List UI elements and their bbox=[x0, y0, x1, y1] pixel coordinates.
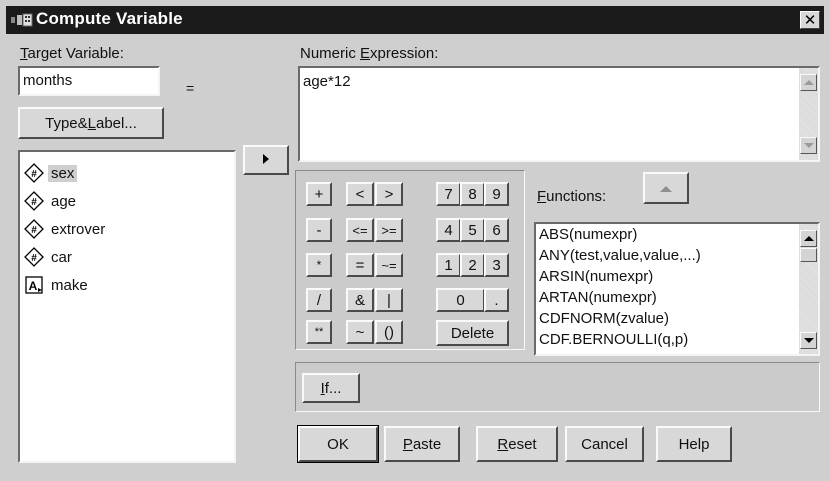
equals-sign: = bbox=[186, 80, 195, 96]
variable-item-make[interactable]: Amake bbox=[24, 274, 91, 296]
paste-button[interactable]: Paste bbox=[384, 426, 460, 462]
numeric-expression-label: Numeric Expression: bbox=[300, 45, 439, 62]
key-2[interactable]: 2 bbox=[460, 253, 485, 277]
calculator-keypad: + - * / ** < > <= >= = ~= & | ~ () 7 8 9… bbox=[295, 170, 525, 350]
variable-item-age[interactable]: # age bbox=[24, 190, 79, 212]
key-or[interactable]: | bbox=[375, 288, 403, 312]
help-button[interactable]: Help bbox=[656, 426, 732, 462]
functions-label: Functions: bbox=[537, 188, 607, 205]
numeric-expression-input[interactable]: age*12 bbox=[298, 66, 820, 162]
key-greater-equal[interactable]: >= bbox=[375, 218, 403, 242]
key-parentheses[interactable]: () bbox=[375, 320, 403, 344]
numeric-variable-icon: # bbox=[24, 191, 44, 211]
svg-text:A: A bbox=[29, 279, 38, 293]
functions-scroll-thumb[interactable] bbox=[800, 248, 817, 262]
key-power[interactable]: ** bbox=[306, 320, 332, 344]
cancel-button[interactable]: Cancel bbox=[565, 426, 644, 462]
numeric-variable-icon: # bbox=[24, 247, 44, 267]
up-arrow-icon bbox=[659, 180, 673, 197]
type-label-button[interactable]: Type&Label... bbox=[18, 107, 164, 139]
target-variable-label-text: arget Variable: bbox=[27, 45, 124, 62]
svg-text:#: # bbox=[31, 253, 37, 264]
key-delete[interactable]: Delete bbox=[436, 320, 509, 346]
variable-name: age bbox=[51, 192, 77, 210]
function-item[interactable]: ANY(test,value,value,...) bbox=[539, 246, 701, 266]
variable-item-car[interactable]: # car bbox=[24, 246, 75, 268]
variable-item-sex[interactable]: # sex bbox=[24, 162, 78, 184]
function-item[interactable]: ARSIN(numexpr) bbox=[539, 267, 653, 287]
calculator-icon bbox=[10, 11, 34, 29]
key-6[interactable]: 6 bbox=[484, 218, 509, 242]
key-9[interactable]: 9 bbox=[484, 182, 509, 206]
variable-list[interactable]: # sex # age # extrover # car Amake bbox=[18, 150, 236, 463]
if-condition-area: If... bbox=[295, 362, 820, 412]
key-not[interactable]: ~ bbox=[346, 320, 374, 344]
insert-function-button[interactable] bbox=[643, 172, 689, 204]
variable-name: extrover bbox=[51, 220, 106, 238]
key-not-equal[interactable]: ~= bbox=[375, 253, 403, 277]
numeric-variable-icon: # bbox=[24, 163, 44, 183]
key-equal[interactable]: = bbox=[346, 253, 374, 277]
target-variable-label: Target Variable: bbox=[20, 45, 124, 62]
key-7[interactable]: 7 bbox=[436, 182, 461, 206]
functions-list[interactable]: ABS(numexpr) ANY(test,value,value,...) ARS… bbox=[534, 222, 820, 356]
ok-button[interactable]: OK bbox=[297, 425, 379, 463]
key-1[interactable]: 1 bbox=[436, 253, 461, 277]
key-5[interactable]: 5 bbox=[460, 218, 485, 242]
key-greater-than[interactable]: > bbox=[375, 182, 403, 206]
key-less-equal[interactable]: <= bbox=[346, 218, 374, 242]
numeric-variable-icon: # bbox=[24, 219, 44, 239]
variable-item-extrover[interactable]: # extrover bbox=[24, 218, 108, 240]
key-0[interactable]: 0 bbox=[436, 288, 485, 312]
string-variable-icon: A bbox=[24, 275, 44, 295]
key-4[interactable]: 4 bbox=[436, 218, 461, 242]
svg-text:#: # bbox=[31, 197, 37, 208]
key-decimal[interactable]: . bbox=[484, 288, 509, 312]
key-8[interactable]: 8 bbox=[460, 182, 485, 206]
key-less-than[interactable]: < bbox=[346, 182, 374, 206]
compute-variable-dialog: Compute Variable ✕ Target Variable: mont… bbox=[0, 0, 830, 481]
expression-scroll-up[interactable] bbox=[800, 74, 817, 91]
key-3[interactable]: 3 bbox=[484, 253, 509, 277]
variable-name: car bbox=[51, 248, 72, 266]
target-variable-input[interactable]: months bbox=[18, 66, 160, 96]
key-divide[interactable]: / bbox=[306, 288, 332, 312]
key-minus[interactable]: - bbox=[306, 218, 332, 242]
window-title: Compute Variable bbox=[36, 9, 183, 28]
if-button[interactable]: If... bbox=[302, 373, 360, 403]
function-item[interactable]: CDFNORM(zvalue) bbox=[539, 309, 669, 329]
variable-name: sex bbox=[48, 164, 78, 182]
expression-scroll-down[interactable] bbox=[800, 137, 817, 154]
functions-scroll-up[interactable] bbox=[800, 230, 817, 247]
right-arrow-icon bbox=[261, 152, 271, 169]
key-multiply[interactable]: * bbox=[306, 253, 332, 277]
transfer-button[interactable] bbox=[243, 145, 289, 175]
variable-name: make bbox=[51, 276, 88, 294]
key-and[interactable]: & bbox=[346, 288, 374, 312]
function-item[interactable]: CDF.BERNOULLI(q,p) bbox=[539, 330, 688, 350]
numeric-expression-value: age*12 bbox=[303, 73, 351, 90]
function-item[interactable]: ABS(numexpr) bbox=[539, 225, 637, 245]
functions-scroll-down[interactable] bbox=[800, 332, 817, 349]
svg-text:#: # bbox=[31, 225, 37, 236]
title-bar[interactable]: Compute Variable ✕ bbox=[6, 6, 824, 34]
svg-text:#: # bbox=[31, 169, 37, 180]
key-plus[interactable]: + bbox=[306, 182, 332, 206]
target-variable-value: months bbox=[23, 72, 73, 89]
reset-button[interactable]: Reset bbox=[476, 426, 558, 462]
close-icon[interactable]: ✕ bbox=[800, 11, 820, 29]
function-item[interactable]: ARTAN(numexpr) bbox=[539, 288, 657, 308]
